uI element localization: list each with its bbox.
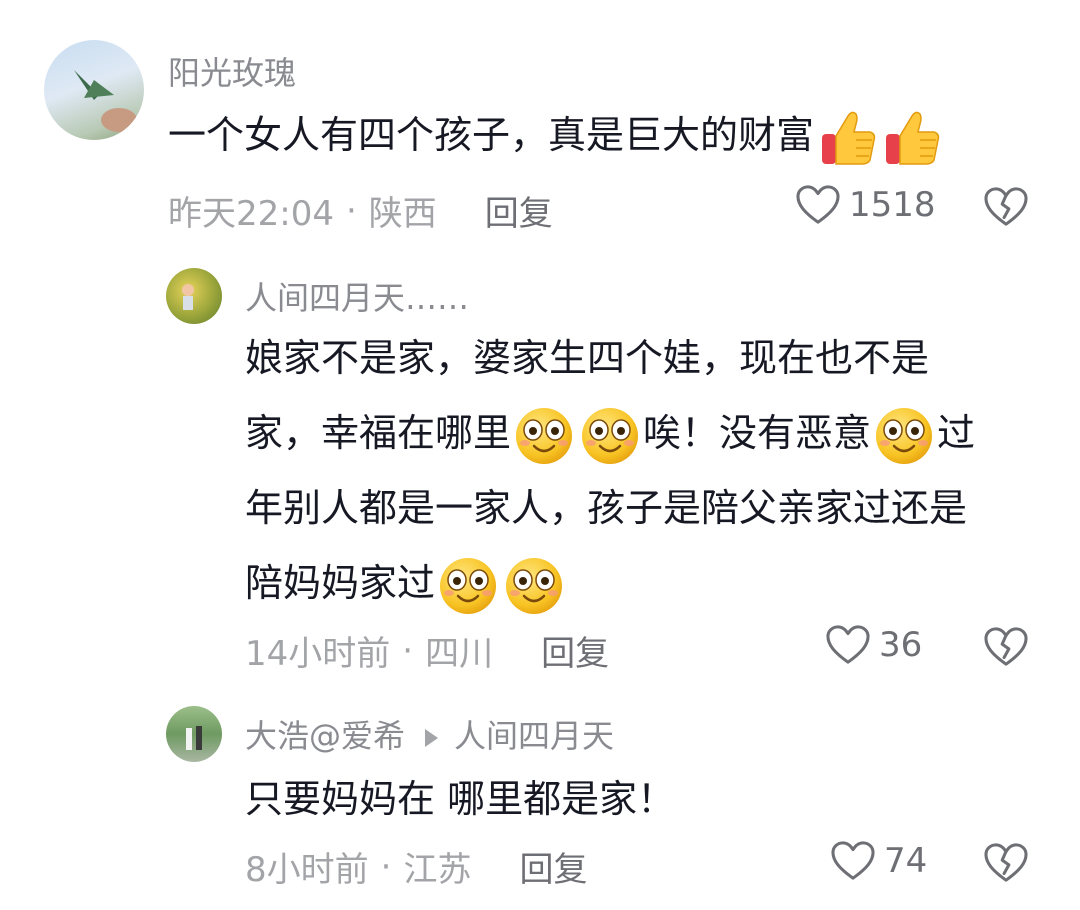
comment-meta: 8小时前 · 江苏 回复: [245, 842, 587, 891]
location: 江苏: [403, 850, 472, 890]
smiling-emoji: [438, 556, 498, 616]
username-line: 大浩@爱希 人间四月天: [245, 711, 614, 757]
heart-outline-icon: [830, 840, 876, 882]
like-count: 1518: [849, 185, 936, 225]
avatar[interactable]: [166, 706, 222, 762]
like-count: 36: [879, 625, 923, 665]
comment-text-part: 家，幸福在哪里: [245, 411, 512, 455]
username[interactable]: 阳光玫瑰: [168, 48, 296, 94]
thumbs-up-emoji: [820, 108, 878, 168]
comment-text: 只要妈妈在 哪里都是家！: [245, 777, 676, 821]
comment-meta: 14小时前 · 四川 回复: [245, 626, 609, 675]
comment-text: 娘家不是家，婆家生四个娃，现在也不是 家，幸福在哪里 唉！没有恶意 过 年别人都是一…: [245, 321, 1045, 621]
separator: ·: [345, 190, 357, 231]
username[interactable]: 大浩@爱希: [245, 717, 405, 755]
avatar[interactable]: [44, 40, 144, 140]
like-count: 74: [884, 841, 928, 881]
reply-button[interactable]: 回复: [541, 626, 609, 675]
smiling-emoji: [514, 406, 574, 466]
separator: ·: [380, 846, 392, 887]
comment-text: 一个女人有四个孩子，真是巨大的财富: [168, 98, 942, 173]
timestamp: 14小时前: [245, 634, 391, 674]
heart-outline-icon: [795, 184, 841, 226]
comment-text-part: 唉！没有恶意: [643, 411, 872, 455]
smiling-emoji: [504, 556, 564, 616]
like-button[interactable]: 36: [825, 624, 922, 666]
username[interactable]: 人间四月天……: [245, 273, 469, 319]
comment-text-part: 一个女人有四个孩子，真是巨大的财富: [168, 113, 815, 157]
heart-outline-icon: [825, 624, 871, 666]
timestamp: 8小时前: [245, 850, 369, 890]
reply-button[interactable]: 回复: [485, 186, 553, 235]
location: 陕西: [368, 194, 437, 234]
broken-heart-icon[interactable]: [983, 842, 1029, 884]
like-button[interactable]: 74: [830, 840, 927, 882]
avatar[interactable]: [166, 268, 222, 324]
comment-meta: 昨天22:04 · 陕西 回复: [168, 186, 553, 235]
comment-line: 年别人都是一家人，孩子是陪父亲家过还是: [245, 486, 968, 530]
like-button[interactable]: 1518: [795, 184, 936, 226]
comment-line: 娘家不是家，婆家生四个娃，现在也不是: [245, 336, 930, 380]
reply-button[interactable]: 回复: [519, 842, 587, 891]
broken-heart-icon[interactable]: [983, 186, 1029, 228]
comment-line: 家，幸福在哪里 唉！没有恶意 过: [245, 396, 1045, 471]
comment-line: 陪妈妈家过: [245, 546, 1045, 621]
location: 四川: [425, 634, 494, 674]
comment-text-part: 过: [937, 411, 976, 455]
separator: ·: [402, 630, 414, 671]
reply-arrow-icon: [425, 729, 439, 747]
smiling-emoji: [874, 406, 934, 466]
broken-heart-icon[interactable]: [983, 626, 1029, 668]
timestamp: 昨天22:04: [168, 194, 334, 234]
thumbs-up-emoji: [884, 108, 942, 168]
reply-to-username[interactable]: 人间四月天: [454, 717, 614, 755]
smiling-emoji: [580, 406, 640, 466]
comment-text-part: 陪妈妈家过: [245, 561, 436, 605]
